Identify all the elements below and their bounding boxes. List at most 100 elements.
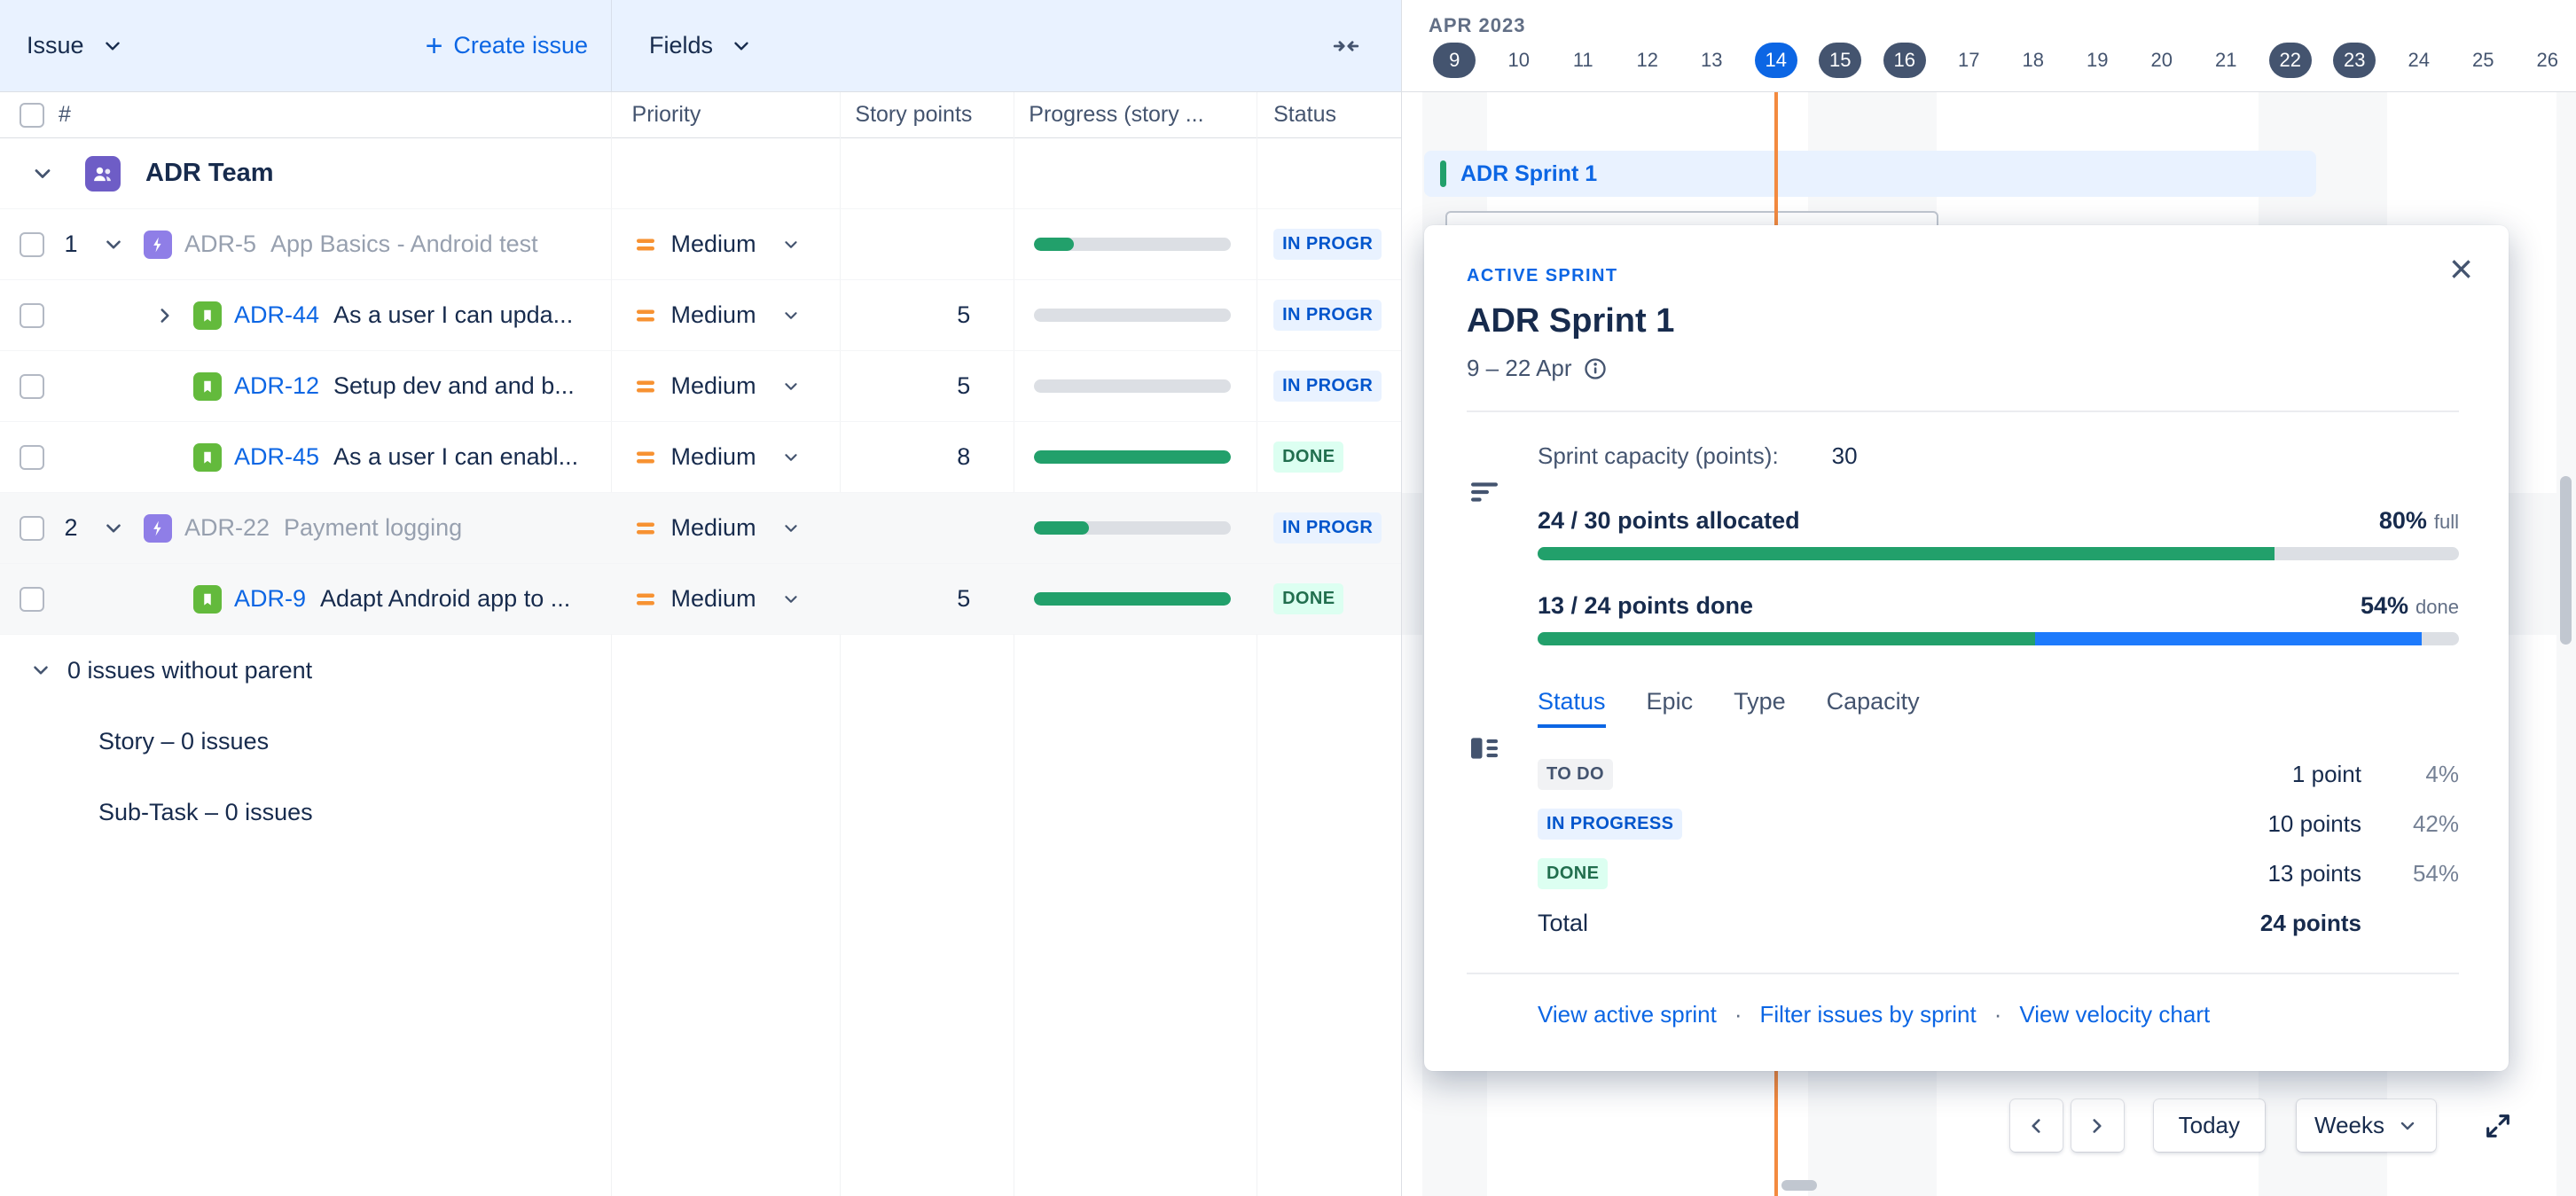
story-icon [193,585,222,614]
issues-panel: Issue + Create issue Fields [0,0,1402,1196]
issue-row-adr-22[interactable]: 2 ADR-22 Payment logging Medium IN PROGR [0,493,1401,564]
row-checkbox[interactable] [20,445,44,470]
chevron-right-icon[interactable] [149,304,181,327]
progress-cell [1013,351,1256,421]
breakdown-tabs: Status Epic Type Capacity [1538,688,2459,728]
story-points-cell[interactable]: 5 [839,351,1013,421]
priority-dropdown[interactable]: Medium [632,231,840,258]
row-checkbox[interactable] [20,587,44,612]
status-badge: DONE [1538,858,1608,889]
create-issue-button[interactable]: + Create issue [426,31,588,61]
timeline-date: 13 [1679,43,1744,78]
row-checkbox[interactable] [20,303,44,328]
chevron-down-icon [775,590,807,609]
status-badge[interactable]: DONE [1273,583,1343,614]
status-badge[interactable]: IN PROGR [1273,371,1382,402]
team-group-row[interactable]: ADR Team [0,138,1401,209]
done-progress-fill [1538,632,2035,645]
tab-status[interactable]: Status [1538,688,1606,728]
issue-key[interactable]: ADR-45 [234,443,319,471]
allocated-progress-fill [1538,547,2275,560]
timeline-date: 18 [2001,43,2066,78]
close-icon[interactable]: × [2449,248,2473,289]
status-badge[interactable]: IN PROGR [1273,512,1382,543]
priority-dropdown[interactable]: Medium [632,301,840,329]
priority-dropdown[interactable]: Medium [632,514,840,542]
progress-cell [1013,280,1256,350]
row-checkbox[interactable] [20,374,44,399]
issue-row-adr-9[interactable]: ADR-9 Adapt Android app to ... Medium 5 … [0,564,1401,635]
plan-timeline-app: Issue + Create issue Fields [0,0,2576,1196]
issues-without-parent-row[interactable]: 0 issues without parent [0,635,1401,706]
row-checkbox[interactable] [20,516,44,541]
issue-row-adr-12[interactable]: ADR-12 Setup dev and and b... Medium 5 I… [0,351,1401,422]
priority-dropdown[interactable]: Medium [632,372,840,400]
fields-dropdown[interactable]: Fields [649,32,757,59]
done-progress-bar [1538,632,2459,645]
issue-dropdown[interactable]: Issue [27,32,129,59]
issue-key[interactable]: ADR-12 [234,372,319,400]
issue-row-adr-44[interactable]: ADR-44 As a user I can upda... Medium 5 … [0,280,1401,351]
story-icon [193,372,222,401]
scroll-right-button[interactable] [2071,1099,2124,1152]
view-active-sprint-link[interactable]: View active sprint [1538,1001,1717,1028]
chevron-down-icon[interactable] [98,233,129,256]
filter-issues-by-sprint-link[interactable]: Filter issues by sprint [1760,1001,1977,1028]
issue-key[interactable]: ADR-44 [234,301,319,329]
issue-row-adr-5[interactable]: 1 ADR-5 App Basics - Android test Medium… [0,209,1401,280]
status-breakdown-row: TO DO 1 point 4% [1538,749,2459,799]
status-badge[interactable]: IN PROGR [1273,229,1382,260]
tab-type[interactable]: Type [1734,688,1786,728]
team-avatar-icon [85,156,121,192]
breakdown-section: Status Epic Type Capacity TO DO 1 point … [1467,688,2459,948]
vertical-scrollbar-thumb[interactable] [2560,476,2572,645]
issue-summary[interactable]: App Basics - Android test [270,231,538,258]
scroll-left-button[interactable] [2010,1099,2063,1152]
issue-key[interactable]: ADR-9 [234,585,306,613]
progress-bar [1034,450,1231,464]
zoom-level-dropdown[interactable]: Weeks [2297,1099,2436,1152]
column-header-progress: Progress (story ... [1013,92,1256,137]
status-badge[interactable]: IN PROGR [1273,300,1382,331]
issue-key[interactable]: ADR-5 [184,231,256,258]
priority-dropdown[interactable]: Medium [632,585,840,613]
progress-cell [1013,422,1256,492]
tab-capacity[interactable]: Capacity [1827,688,1920,728]
column-headers: # Priority Story points Progress (story … [0,92,1401,138]
issue-summary[interactable]: Adapt Android app to ... [320,585,570,613]
row-checkbox[interactable] [20,232,44,257]
view-velocity-chart-link[interactable]: View velocity chart [2019,1001,2210,1028]
chevron-down-icon[interactable] [98,517,129,540]
sprint-bar[interactable]: ADR Sprint 1 [1424,151,2316,197]
story-points-cell[interactable]: 5 [839,280,1013,350]
issue-key[interactable]: ADR-22 [184,514,270,542]
timeline-dates: 9 10 11 12 13 14 15 16 17 18 19 20 21 22… [1422,43,2576,78]
story-points-cell[interactable]: 8 [839,422,1013,492]
select-all-checkbox[interactable] [20,103,44,128]
issue-summary[interactable]: Payment logging [284,514,462,542]
collapse-panel-button[interactable] [1327,31,1366,61]
story-points-cell[interactable] [839,493,1013,563]
timeline-date: 9 [1422,43,1487,78]
status-badge[interactable]: DONE [1273,442,1343,473]
issue-summary[interactable]: As a user I can enabl... [333,443,578,471]
issue-summary[interactable]: Setup dev and and b... [333,372,575,400]
fullscreen-button[interactable] [2475,1103,2521,1149]
timeline-panel: APR 2023 9 10 11 12 13 14 15 16 17 18 19… [1402,0,2576,1196]
chevron-down-icon[interactable] [25,659,57,682]
priority-dropdown[interactable]: Medium [632,443,840,471]
timeline-date: 17 [1937,43,2001,78]
plus-icon: + [426,31,443,61]
story-points-cell[interactable]: 5 [839,564,1013,634]
panel-toolbar: Issue + Create issue Fields [0,0,1401,92]
horizontal-scrollbar-thumb[interactable] [1781,1180,1817,1191]
story-points-cell[interactable] [839,209,1013,279]
issue-summary[interactable]: As a user I can upda... [333,301,573,329]
tab-epic[interactable]: Epic [1647,688,1694,728]
story-count-label: Story – 0 issues [98,728,269,755]
chevron-down-icon[interactable] [27,161,59,186]
issue-row-adr-45[interactable]: ADR-45 As a user I can enabl... Medium 8… [0,422,1401,493]
today-button[interactable]: Today [2154,1099,2265,1152]
info-icon[interactable] [1583,356,1608,381]
story-count-row: Story – 0 issues [0,706,1401,777]
